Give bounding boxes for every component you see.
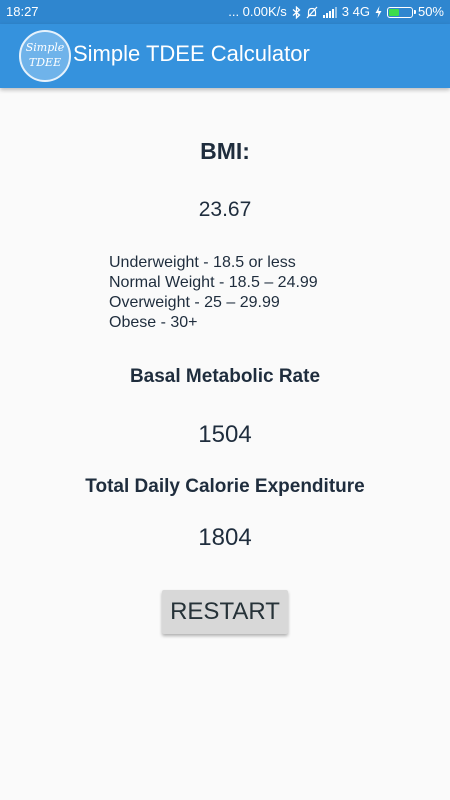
bluetooth-icon xyxy=(292,5,301,19)
network-speed: ... 0.00K/s xyxy=(228,4,287,19)
signal-icon xyxy=(322,6,337,18)
bmr-label: Basal Metabolic Rate xyxy=(129,366,321,387)
logo-text-line1: Simple xyxy=(25,41,65,54)
restart-button[interactable]: RESTART xyxy=(162,590,288,634)
charging-icon xyxy=(375,6,382,18)
bmi-scale-item: Underweight - 18.5 or less xyxy=(109,254,296,271)
bmi-scale-list: Underweight - 18.5 or less Normal Weight… xyxy=(109,253,318,333)
tdee-label: Total Daily Calorie Expenditure xyxy=(85,476,365,497)
logo-text-line2: TDEE xyxy=(28,56,62,69)
alarm-off-icon xyxy=(306,6,318,19)
status-indicators: ... 0.00K/s 3 4G 50% xyxy=(228,0,444,24)
app-bar: Simple TDEE Simple TDEE Calculator xyxy=(0,24,450,88)
bmi-scale-item: Normal Weight - 18.5 – 24.99 xyxy=(109,274,318,291)
app-title: Simple TDEE Calculator xyxy=(73,41,310,66)
bmi-scale-item: Overweight - 25 – 29.99 xyxy=(109,294,280,311)
tdee-value: 1804 xyxy=(198,524,252,551)
bmi-scale-item: Obese - 30+ xyxy=(109,314,198,331)
bmi-label: BMI: xyxy=(200,138,250,164)
battery-level-fill xyxy=(388,8,399,16)
signal-label: 3 4G xyxy=(341,4,370,19)
battery-icon xyxy=(386,6,416,18)
status-bar: 18:27 ... 0.00K/s 3 4G 50% xyxy=(0,0,450,24)
battery-percent: 50% xyxy=(417,4,444,19)
status-time: 18:27 xyxy=(6,4,39,19)
app-logo: Simple TDEE xyxy=(19,30,71,82)
bmi-value: 23.67 xyxy=(198,198,252,221)
bmr-value: 1504 xyxy=(198,421,252,448)
